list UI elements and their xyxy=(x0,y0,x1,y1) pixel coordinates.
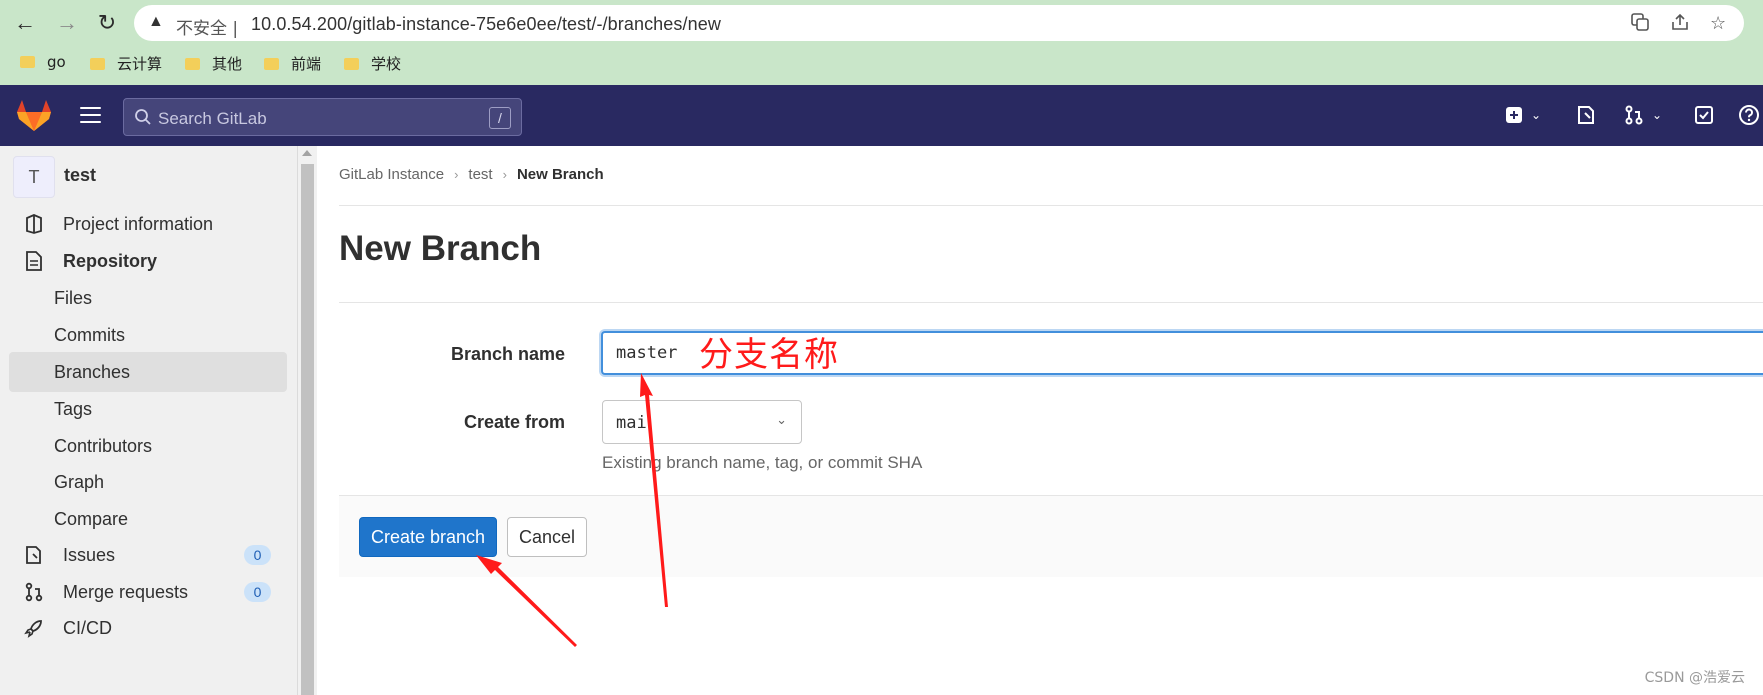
folder-icon xyxy=(264,57,279,70)
merge-requests-dropdown[interactable]: ⌄ xyxy=(1624,102,1662,128)
plus-square-icon xyxy=(1506,107,1522,123)
chevron-right-icon: › xyxy=(454,167,459,182)
sidebar-item-merge-requests[interactable]: Merge requests 0 xyxy=(9,572,287,612)
breadcrumb-current[interactable]: New Branch xyxy=(517,166,604,183)
sidebar-item-issues[interactable]: Issues 0 xyxy=(9,535,287,575)
url-text[interactable]: 10.0.54.200/gitlab-instance-75e6e0ee/tes… xyxy=(251,14,721,35)
sidebar-item-files[interactable]: Files xyxy=(9,278,287,318)
rocket-icon xyxy=(23,617,45,639)
document-icon xyxy=(23,250,45,272)
scroll-thumb[interactable] xyxy=(301,164,314,695)
annotation-label: 分支名称 xyxy=(699,335,839,375)
search-shortcut-key: / xyxy=(489,107,511,129)
project-sidebar: T test Project information Repository Fi… xyxy=(0,146,298,695)
project-name[interactable]: test xyxy=(64,165,96,186)
folder-icon xyxy=(344,57,359,70)
address-bar[interactable]: ▲ 不安全 | 10.0.54.200/gitlab-instance-75e6… xyxy=(134,5,1744,41)
browser-toolbar: ← → ↻ ▲ 不安全 | 10.0.54.200/gitlab-instanc… xyxy=(0,0,1763,85)
bookmark-school[interactable]: 学校 xyxy=(344,53,401,74)
sidebar-scrollbar[interactable] xyxy=(298,146,317,695)
new-dropdown[interactable]: ⌄ xyxy=(1505,102,1541,128)
search-icon xyxy=(135,109,151,125)
help-icon[interactable] xyxy=(1738,102,1760,128)
folder-icon xyxy=(185,57,200,70)
back-icon[interactable]: ← xyxy=(12,10,38,36)
gitlab-header: Search GitLab / ⌄ ⌄ xyxy=(0,85,1763,146)
bookmark-go[interactable]: go xyxy=(20,53,66,71)
sidebar-item-repository[interactable]: Repository xyxy=(9,241,287,281)
bookmark-cloud[interactable]: 云计算 xyxy=(90,53,162,74)
sidebar-item-project-information[interactable]: Project information xyxy=(9,204,287,244)
sidebar-item-graph[interactable]: Graph xyxy=(9,462,287,502)
divider xyxy=(339,205,1763,206)
cancel-button[interactable]: Cancel xyxy=(507,517,587,557)
create-from-value: mai xyxy=(616,413,647,433)
merge-request-icon xyxy=(23,581,45,603)
breadcrumb: GitLab Instance › test › New Branch xyxy=(339,166,604,183)
gitlab-logo-icon[interactable] xyxy=(16,98,52,132)
chevron-down-icon: ⌄ xyxy=(1531,108,1542,122)
chevron-right-icon: › xyxy=(502,167,507,182)
breadcrumb-gitlab-instance[interactable]: GitLab Instance xyxy=(339,166,444,183)
folder-icon xyxy=(20,56,35,68)
branch-name-label: Branch name xyxy=(450,344,565,364)
translate-icon[interactable] xyxy=(1631,13,1649,36)
menu-icon[interactable] xyxy=(80,107,101,123)
sidebar-item-compare[interactable]: Compare xyxy=(9,499,287,539)
search-box[interactable]: Search GitLab / xyxy=(123,98,522,136)
issues-icon xyxy=(23,544,45,566)
project-avatar[interactable]: T xyxy=(13,156,55,198)
chevron-down-icon: ⌄ xyxy=(1652,108,1663,122)
sidebar-item-branches[interactable]: Branches xyxy=(9,352,287,392)
chevron-down-icon: ⌄ xyxy=(776,412,787,427)
sidebar-item-contributors[interactable]: Contributors xyxy=(9,426,287,466)
reload-icon[interactable]: ↻ xyxy=(94,10,120,36)
bookmark-frontend[interactable]: 前端 xyxy=(264,53,321,74)
sidebar-item-tags[interactable]: Tags xyxy=(9,389,287,429)
merge-requests-count-badge: 0 xyxy=(244,582,271,602)
page-title: New Branch xyxy=(339,229,542,268)
sidebar-item-commits[interactable]: Commits xyxy=(9,315,287,355)
project-icon xyxy=(23,213,45,235)
insecure-label: 不安全 | xyxy=(176,19,239,39)
folder-icon xyxy=(90,57,105,70)
scroll-up-arrow-icon[interactable] xyxy=(302,150,312,156)
create-from-help-text: Existing branch name, tag, or commit SHA xyxy=(602,453,923,472)
issues-icon[interactable] xyxy=(1576,102,1596,128)
bookmark-other[interactable]: 其他 xyxy=(185,53,242,74)
star-icon[interactable]: ☆ xyxy=(1710,13,1726,34)
create-from-dropdown[interactable]: mai ⌄ xyxy=(602,400,802,444)
warning-icon: ▲ xyxy=(148,13,164,30)
merge-request-icon xyxy=(1625,105,1643,125)
sidebar-item-ci-cd[interactable]: CI/CD xyxy=(9,608,287,648)
divider xyxy=(339,302,1763,303)
todo-icon[interactable] xyxy=(1694,102,1714,128)
breadcrumb-test[interactable]: test xyxy=(468,166,492,183)
forward-icon[interactable]: → xyxy=(54,10,80,36)
issues-count-badge: 0 xyxy=(244,545,271,565)
create-from-label: Create from xyxy=(463,412,565,432)
create-branch-button[interactable]: Create branch xyxy=(359,517,497,557)
watermark: CSDN @浩爱云 xyxy=(1644,670,1745,686)
share-icon[interactable] xyxy=(1671,13,1689,36)
search-placeholder: Search GitLab xyxy=(158,109,267,128)
form-actions: Create branch Cancel xyxy=(339,495,1763,577)
